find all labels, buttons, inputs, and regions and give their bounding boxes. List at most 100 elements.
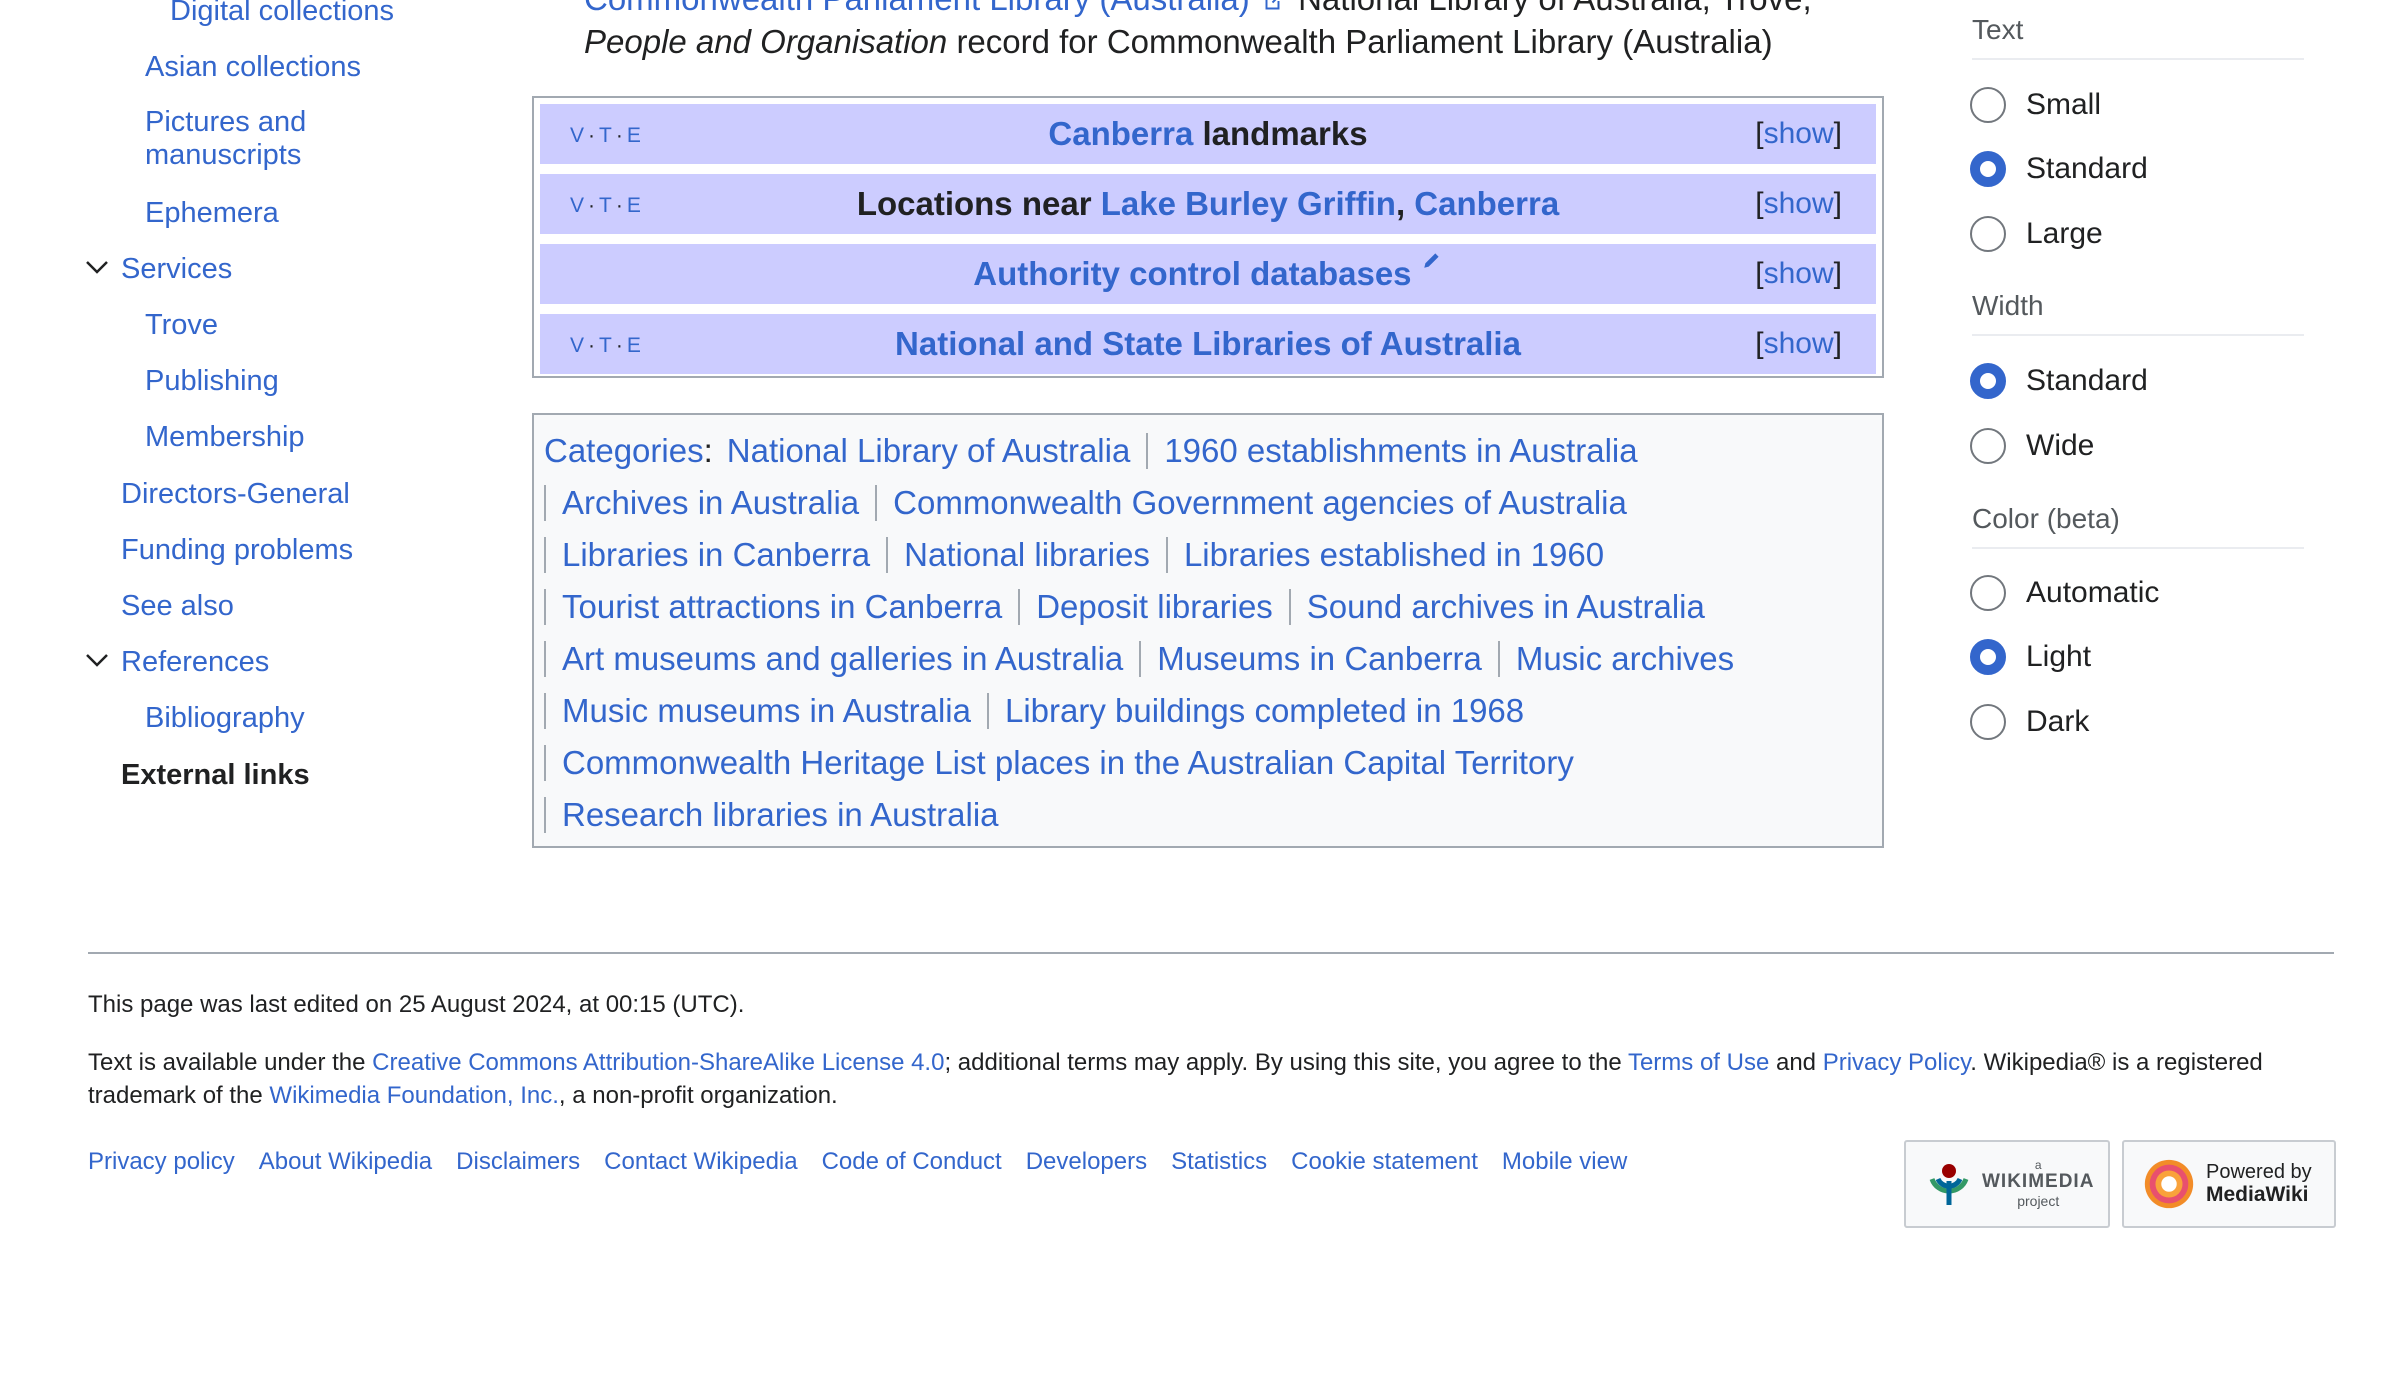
toc-item-external-links[interactable]: External links <box>121 758 310 792</box>
parliament-library-link[interactable]: Commonwealth Parliament Library (Austral… <box>584 0 1250 17</box>
toc-item-membership[interactable]: Membership <box>145 420 305 454</box>
text-size-heading: Text <box>1972 14 2304 60</box>
navbox-title: Locations near Lake Burley Griffin, Canb… <box>540 174 1876 234</box>
footer-link-contact[interactable]: Contact Wikipedia <box>604 1148 797 1175</box>
national-state-libraries-link[interactable]: National and State Libraries of Australi… <box>895 325 1521 362</box>
option-label: Wide <box>2026 429 2095 462</box>
authority-line-rest: National Library of Australia, Trove, <box>1298 0 1812 17</box>
color-heading: Color (beta) <box>1972 503 2304 549</box>
color-dark-option[interactable]: Dark <box>1970 701 2089 743</box>
license-text: Text is available under the Creative Com… <box>88 1046 2328 1112</box>
toc-item-directors-general[interactable]: Directors-General <box>121 477 350 511</box>
width-heading: Width <box>1972 290 2304 336</box>
toc-item-funding-problems[interactable]: Funding problems <box>121 533 353 567</box>
color-automatic-option[interactable]: Automatic <box>1970 572 2159 614</box>
navbox-show-toggle: [show] <box>1755 327 1842 360</box>
footer-link-statistics[interactable]: Statistics <box>1171 1148 1267 1175</box>
radio-button-selected[interactable] <box>1970 639 2006 675</box>
footer-divider <box>88 952 2334 954</box>
radio-button-selected[interactable] <box>1970 363 2006 399</box>
privacy-policy-link[interactable]: Privacy Policy <box>1823 1049 1971 1076</box>
canberra-link[interactable]: Canberra <box>1048 115 1193 152</box>
canberra-link[interactable]: Canberra <box>1414 185 1559 222</box>
authority-control-link[interactable]: Authority control databases <box>973 255 1411 292</box>
category-link[interactable]: Libraries in Canberra <box>544 537 886 573</box>
category-link[interactable]: Library buildings completed in 1968 <box>986 693 1540 729</box>
category-link[interactable]: National libraries <box>886 537 1166 573</box>
record-type: People and Organisation <box>584 23 948 60</box>
footer-link-mobile-view[interactable]: Mobile view <box>1502 1148 1627 1175</box>
category-link[interactable]: Commonwealth Government agencies of Aust… <box>875 485 1643 521</box>
toc-item-digital-collections[interactable]: Digital collections <box>170 0 394 28</box>
footer-link-code-of-conduct[interactable]: Code of Conduct <box>822 1148 1002 1175</box>
mediawiki-flower-icon <box>2144 1159 2194 1209</box>
pencil-icon[interactable] <box>1421 249 1443 271</box>
text-size-small-option[interactable]: Small <box>1970 84 2101 126</box>
toc-item-asian-collections[interactable]: Asian collections <box>145 50 361 84</box>
cc-license-link[interactable]: Creative Commons Attribution-ShareAlike … <box>372 1049 944 1076</box>
toc-item-services[interactable]: Services <box>121 252 232 286</box>
footer-link-privacy-policy[interactable]: Privacy policy <box>88 1148 235 1175</box>
show-button[interactable]: show <box>1764 117 1834 150</box>
radio-button[interactable] <box>1970 704 2006 740</box>
footer-link-cookie-statement[interactable]: Cookie statement <box>1291 1148 1478 1175</box>
categories-label[interactable]: Categories <box>544 432 704 469</box>
option-label: Standard <box>2026 152 2148 185</box>
radio-button[interactable] <box>1970 428 2006 464</box>
category-link[interactable]: Sound archives in Australia <box>1288 589 1721 625</box>
text-size-large-option[interactable]: Large <box>1970 213 2103 255</box>
chevron-down-icon[interactable] <box>82 645 112 675</box>
badge-name: MediaWiki <box>2206 1183 2309 1206</box>
category-link[interactable]: Archives in Australia <box>544 485 875 521</box>
category-link[interactable]: Music museums in Australia <box>544 693 987 729</box>
width-standard-option[interactable]: Standard <box>1970 360 2148 402</box>
powered-by-mediawiki-badge[interactable]: Powered by MediaWiki <box>2122 1140 2336 1228</box>
toc-item-references[interactable]: References <box>121 645 269 679</box>
wikimedia-foundation-link[interactable]: Wikimedia Foundation, Inc. <box>269 1082 558 1109</box>
category-row: Research libraries in Australia <box>544 789 1015 841</box>
show-button[interactable]: show <box>1764 327 1834 360</box>
category-link[interactable]: Deposit libraries <box>1018 589 1289 625</box>
category-link[interactable]: Museums in Canberra <box>1139 641 1498 677</box>
license-text-part: and <box>1769 1049 1823 1076</box>
navbox-title-text: landmarks <box>1193 115 1368 152</box>
radio-button-selected[interactable] <box>1970 151 2006 187</box>
show-button[interactable]: show <box>1764 257 1834 290</box>
toc-item-see-also[interactable]: See also <box>121 589 234 623</box>
license-text-part: , a non-profit organization. <box>558 1082 838 1109</box>
category-link[interactable]: Research libraries in Australia <box>544 797 1015 833</box>
category-link[interactable]: National Library of Australia <box>721 433 1147 469</box>
license-text-part: ; additional terms may apply. By using t… <box>944 1049 1628 1076</box>
footer-link-about[interactable]: About Wikipedia <box>259 1148 432 1175</box>
chevron-down-icon[interactable] <box>82 252 112 282</box>
radio-button[interactable] <box>1970 575 2006 611</box>
toc-item-ephemera[interactable]: Ephemera <box>145 196 279 230</box>
terms-of-use-link[interactable]: Terms of Use <box>1628 1049 1769 1076</box>
category-links: Categories: National Library of Australia… <box>532 413 1884 848</box>
lake-burley-griffin-link[interactable]: Lake Burley Griffin <box>1101 185 1396 222</box>
color-light-option[interactable]: Light <box>1970 636 2091 678</box>
category-link[interactable]: Libraries established in 1960 <box>1165 537 1620 573</box>
category-link[interactable]: Music archives <box>1497 641 1750 677</box>
mediawiki-wordmark: Powered by MediaWiki <box>2206 1161 2312 1207</box>
category-row: Commonwealth Heritage List places in the… <box>544 737 1590 789</box>
toc-item-pictures-and-manuscripts[interactable]: Pictures and manuscripts <box>145 106 335 172</box>
category-row: Music museums in Australia Library buildi… <box>544 685 1540 737</box>
radio-button[interactable] <box>1970 216 2006 252</box>
toc-item-bibliography[interactable]: Bibliography <box>145 701 305 735</box>
toc-item-publishing[interactable]: Publishing <box>145 364 279 398</box>
category-link[interactable]: Tourist attractions in Canberra <box>544 589 1018 625</box>
category-link[interactable]: Commonwealth Heritage List places in the… <box>544 745 1590 781</box>
footer-link-disclaimers[interactable]: Disclaimers <box>456 1148 580 1175</box>
option-label: Small <box>2026 88 2102 121</box>
toc-item-trove[interactable]: Trove <box>145 308 218 342</box>
category-link[interactable]: Art museums and galleries in Australia <box>544 641 1139 677</box>
footer-link-developers[interactable]: Developers <box>1026 1148 1147 1175</box>
wikimedia-project-badge[interactable]: a WIKIMEDIA project <box>1904 1140 2110 1228</box>
text-size-standard-option[interactable]: Standard <box>1970 148 2148 190</box>
option-label: Light <box>2026 640 2092 673</box>
radio-button[interactable] <box>1970 87 2006 123</box>
width-wide-option[interactable]: Wide <box>1970 425 2094 467</box>
category-link[interactable]: 1960 establishments in Australia <box>1146 433 1653 469</box>
show-button[interactable]: show <box>1764 187 1834 220</box>
